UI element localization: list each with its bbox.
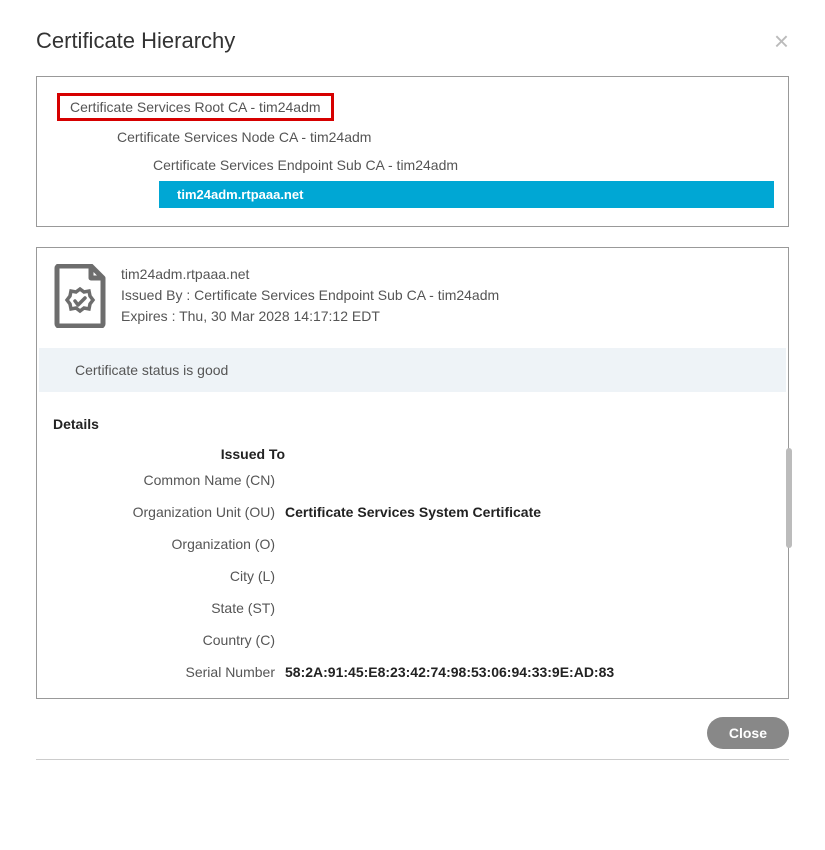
field-value: Certificate Services System Certificate xyxy=(285,504,541,520)
hierarchy-endpoint-sub-ca[interactable]: Certificate Services Endpoint Sub CA - t… xyxy=(147,153,774,177)
field-label: Organization (O) xyxy=(55,536,285,552)
field-label: City (L) xyxy=(55,568,285,584)
field-label: Organization Unit (OU) xyxy=(55,504,285,520)
divider xyxy=(36,759,789,760)
dialog-title: Certificate Hierarchy xyxy=(36,28,235,54)
hierarchy-root-ca[interactable]: Certificate Services Root CA - tim24adm xyxy=(57,93,334,121)
field-serial-number: Serial Number 58:2A:91:45:E8:23:42:74:98… xyxy=(55,664,770,680)
field-label: Country (C) xyxy=(55,632,285,648)
field-organization-unit: Organization Unit (OU) Certificate Servi… xyxy=(55,504,770,520)
field-city: City (L) xyxy=(55,568,770,584)
field-label: Common Name (CN) xyxy=(55,472,285,488)
close-button[interactable]: Close xyxy=(707,717,789,749)
field-common-name: Common Name (CN) xyxy=(55,472,770,488)
field-label: Serial Number xyxy=(55,664,285,680)
certificate-icon xyxy=(53,264,107,328)
field-value: 58:2A:91:45:E8:23:42:74:98:53:06:94:33:9… xyxy=(285,664,614,680)
field-country: Country (C) xyxy=(55,632,770,648)
cert-common-name: tim24adm.rtpaaa.net xyxy=(121,264,499,285)
details-scrollbar[interactable] xyxy=(786,448,792,548)
close-icon[interactable]: × xyxy=(774,28,789,54)
hierarchy-node-ca[interactable]: Certificate Services Node CA - tim24adm xyxy=(111,125,774,149)
hierarchy-leaf-selected[interactable]: tim24adm.rtpaaa.net xyxy=(159,181,774,208)
field-organization: Organization (O) xyxy=(55,536,770,552)
details-heading: Details xyxy=(37,392,788,440)
field-label: State (ST) xyxy=(55,600,285,616)
issued-to-heading: Issued To xyxy=(55,440,285,472)
certificate-status: Certificate status is good xyxy=(39,348,786,392)
certificate-hierarchy-tree: Certificate Services Root CA - tim24adm … xyxy=(36,76,789,227)
cert-expires: Expires : Thu, 30 Mar 2028 14:17:12 EDT xyxy=(121,306,499,327)
field-state: State (ST) xyxy=(55,600,770,616)
cert-issued-by: Issued By : Certificate Services Endpoin… xyxy=(121,285,499,306)
certificate-details-panel: tim24adm.rtpaaa.net Issued By : Certific… xyxy=(36,247,789,699)
